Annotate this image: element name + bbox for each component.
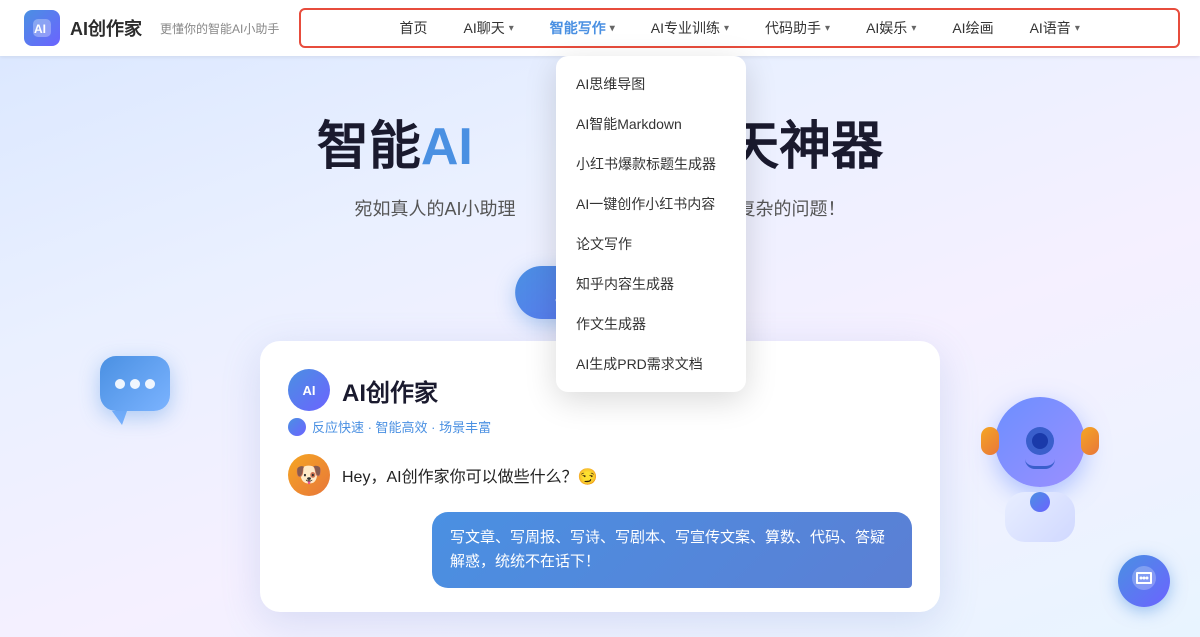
speech-bubble-tail xyxy=(112,411,127,425)
logo-title: AI创作家 xyxy=(70,15,142,41)
hero-sub-line1: 宛如真人的AI小助理 xyxy=(354,199,515,219)
robot-eye xyxy=(1026,427,1054,455)
logo-subtitle: 更懂你的智能AI小助手 xyxy=(160,20,279,37)
nav-code[interactable]: 代码助手 ▾ xyxy=(747,10,848,46)
smartwrite-chevron: ▾ xyxy=(610,23,615,34)
chat-card-badges: 反应快速 · 智能高效 · 场景丰富 xyxy=(288,417,912,436)
header: AI AI创作家 更懂你的智能AI小助手 首页 AI聊天 ▾ 智能写作 ▾ AI… xyxy=(0,0,1200,56)
nav-home[interactable]: 首页 xyxy=(381,10,445,46)
chat-message-user: 🐶 Hey，AI创作家你可以做些什么？😏 xyxy=(288,454,912,496)
float-chat-button[interactable] xyxy=(1118,555,1170,607)
voice-chevron: ▾ xyxy=(1075,23,1080,34)
speech-bubble-illustration xyxy=(100,356,180,426)
user-msg-text: Hey，AI创作家你可以做些什么？😏 xyxy=(342,463,598,487)
ai-msg-text: 写文章、写周报、写诗、写剧本、写宣传文案、算数、代码、答疑解惑，统统不在话下！ xyxy=(450,529,885,570)
dropdown-item-zhihu[interactable]: 知乎内容生成器 xyxy=(556,264,746,304)
nav-training[interactable]: AI专业训练 ▾ xyxy=(633,10,747,46)
training-chevron: ▾ xyxy=(724,23,729,34)
robot-mouth xyxy=(1025,459,1055,469)
card-logo-icon: AI xyxy=(288,369,330,411)
robot-head xyxy=(995,397,1085,487)
dropdown-menu: AI思维导图 AI智能Markdown 小红书爆款标题生成器 AI一键创作小红书… xyxy=(556,56,746,392)
entertainment-chevron: ▾ xyxy=(911,23,916,34)
dropdown-item-composition[interactable]: 作文生成器 xyxy=(556,304,746,344)
float-chat-icon xyxy=(1131,565,1157,597)
dropdown-item-xiaohongshu-title[interactable]: 小红书爆款标题生成器 xyxy=(556,144,746,184)
card-logo-text: AI xyxy=(303,383,316,398)
robot-illustration xyxy=(960,397,1120,577)
speech-dot-3 xyxy=(145,379,155,389)
speech-bubble-shape xyxy=(100,356,170,411)
user-avatar: 🐶 xyxy=(288,454,330,496)
robot-torso xyxy=(1005,492,1075,542)
nav-smartwrite[interactable]: 智能写作 ▾ xyxy=(532,10,633,46)
logo-icon: AI xyxy=(24,10,60,46)
robot-chest-light xyxy=(1030,492,1050,512)
dropdown-item-xiaohongshu-content[interactable]: AI一键创作小红书内容 xyxy=(556,184,746,224)
nav-voice[interactable]: AI语音 ▾ xyxy=(1012,10,1098,46)
chat-message-ai: 写文章、写周报、写诗、写剧本、写宣传文案、算数、代码、答疑解惑，统统不在话下！ xyxy=(288,512,912,588)
robot-eye-inner xyxy=(1032,433,1048,449)
badge-text: 反应快速 · 智能高效 · 场景丰富 xyxy=(312,417,491,436)
dropdown-item-paper[interactable]: 论文写作 xyxy=(556,224,746,264)
speech-dot-2 xyxy=(130,379,140,389)
nav-entertainment[interactable]: AI娱乐 ▾ xyxy=(848,10,934,46)
svg-text:AI: AI xyxy=(34,22,46,36)
chat-card-title: AI创作家 xyxy=(342,373,438,408)
nav-aichat[interactable]: AI聊天 ▾ xyxy=(445,10,531,46)
speech-dot-1 xyxy=(115,379,125,389)
main-nav: 首页 AI聊天 ▾ 智能写作 ▾ AI专业训练 ▾ 代码助手 ▾ AI娱乐 ▾ … xyxy=(299,8,1180,48)
dropdown-item-prd[interactable]: AI生成PRD需求文档 xyxy=(556,344,746,384)
aichat-chevron: ▾ xyxy=(509,23,514,34)
robot-ear-right xyxy=(1081,427,1099,455)
dropdown-item-mindmap[interactable]: AI思维导图 xyxy=(556,64,746,104)
code-chevron: ▾ xyxy=(825,23,830,34)
robot-body xyxy=(980,397,1100,537)
ai-bubble: 写文章、写周报、写诗、写剧本、写宣传文案、算数、代码、答疑解惑，统统不在话下！ xyxy=(432,512,912,588)
nav-paint[interactable]: AI绘画 xyxy=(934,10,1011,46)
badge-icon xyxy=(288,418,306,436)
dropdown-item-markdown[interactable]: AI智能Markdown xyxy=(556,104,746,144)
logo-area: AI AI创作家 更懂你的智能AI小助手 xyxy=(0,10,279,46)
hero-title-prefix: 智能 xyxy=(317,118,421,176)
robot-ear-left xyxy=(981,427,999,455)
hero-title-ai: AI xyxy=(421,118,473,176)
